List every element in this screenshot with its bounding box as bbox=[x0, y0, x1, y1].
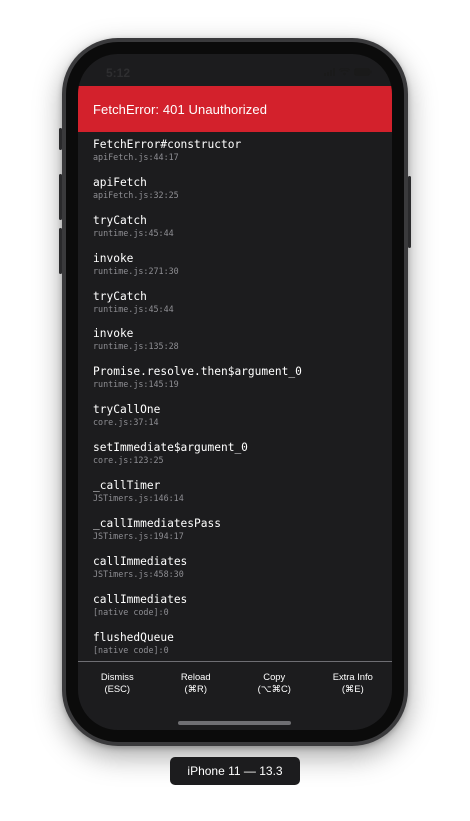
error-header: FetchError: 401 Unauthorized bbox=[78, 86, 392, 132]
power-button bbox=[408, 176, 411, 248]
frame-method: Promise.resolve.then$argument_0 bbox=[93, 365, 302, 379]
frame-file: runtime.js:271:30 bbox=[93, 265, 179, 276]
stack-frame[interactable]: invoke runtime.js:135:28 bbox=[78, 327, 392, 365]
stack-frame[interactable]: callImmediates [native code]:0 bbox=[78, 593, 392, 631]
copy-shortcut: (⌥⌘C) bbox=[257, 682, 291, 694]
status-bar: 5:12 bbox=[78, 54, 392, 90]
reload-shortcut: (⌘R) bbox=[184, 682, 207, 694]
mute-switch bbox=[59, 128, 62, 150]
stack-frame[interactable]: setImmediate$argument_0 core.js:123:25 bbox=[78, 441, 392, 479]
copy-button[interactable]: Copy (⌥⌘C) bbox=[235, 671, 314, 703]
frame-file: core.js:37:14 bbox=[93, 417, 159, 428]
frame-method: tryCatch bbox=[93, 289, 147, 303]
frame-file: apiFetch.js:32:25 bbox=[93, 189, 179, 200]
frame-file: apiFetch.js:44:17 bbox=[93, 152, 179, 162]
home-indicator[interactable] bbox=[178, 721, 291, 725]
error-title: FetchError: 401 Unauthorized bbox=[93, 101, 268, 117]
iphone-frame: 5:12 FetchError: 401 Unauthorized FetchE… bbox=[59, 38, 411, 746]
dismiss-shortcut: (ESC) bbox=[104, 682, 131, 694]
stack-frame[interactable]: callImmediates JSTimers.js:458:30 bbox=[78, 555, 392, 593]
frame-method: tryCallOne bbox=[93, 403, 161, 417]
frame-file: JSTimers.js:194:17 bbox=[93, 530, 184, 541]
extra-info-label: Extra Info bbox=[332, 671, 373, 682]
frame-method: flushedQueue bbox=[93, 630, 174, 644]
stack-frame[interactable]: flushedQueue [native code]:0 bbox=[78, 631, 392, 660]
footer-divider bbox=[78, 661, 392, 662]
extra-info-shortcut: (⌘E) bbox=[341, 682, 364, 694]
frame-file: runtime.js:45:44 bbox=[93, 227, 174, 238]
frame-file: runtime.js:45:44 bbox=[93, 303, 174, 314]
frame-file: [native code]:0 bbox=[93, 606, 169, 617]
frame-method: _callTimer bbox=[93, 479, 161, 493]
frame-file: [native code]:0 bbox=[93, 644, 169, 655]
status-icons bbox=[324, 68, 372, 76]
stack-frame[interactable]: tryCallOne core.js:37:14 bbox=[78, 403, 392, 441]
stack-frame[interactable]: apiFetch apiFetch.js:32:25 bbox=[78, 176, 392, 214]
stack-frame[interactable]: _callTimer JSTimers.js:146:14 bbox=[78, 479, 392, 517]
dismiss-label: Dismiss bbox=[100, 671, 134, 682]
frame-method: FetchError#constructor bbox=[93, 138, 242, 151]
reload-label: Reload bbox=[180, 671, 211, 682]
copy-label: Copy bbox=[263, 671, 286, 682]
dismiss-button[interactable]: Dismiss (ESC) bbox=[78, 671, 157, 703]
stack-frame[interactable]: tryCatch runtime.js:45:44 bbox=[78, 214, 392, 252]
volume-up-button bbox=[59, 174, 62, 220]
stack-frame[interactable]: invoke runtime.js:271:30 bbox=[78, 252, 392, 290]
status-time: 5:12 bbox=[106, 66, 131, 80]
stack-frame[interactable]: FetchError#constructor apiFetch.js:44:17 bbox=[78, 138, 392, 176]
device-screen: 5:12 FetchError: 401 Unauthorized FetchE… bbox=[78, 54, 392, 730]
frame-file: runtime.js:135:28 bbox=[93, 341, 179, 352]
frame-method: invoke bbox=[93, 251, 134, 265]
reload-button[interactable]: Reload (⌘R) bbox=[157, 671, 236, 703]
frame-file: core.js:123:25 bbox=[93, 455, 164, 466]
battery-icon bbox=[354, 68, 372, 76]
frame-method: callImmediates bbox=[93, 554, 188, 568]
frame-method: apiFetch bbox=[93, 175, 147, 189]
extra-info-button[interactable]: Extra Info (⌘E) bbox=[314, 671, 393, 703]
frame-file: JSTimers.js:146:14 bbox=[93, 493, 184, 504]
frame-method: setImmediate$argument_0 bbox=[93, 441, 248, 455]
stack-frame[interactable]: tryCatch runtime.js:45:44 bbox=[78, 290, 392, 328]
stack-frame[interactable]: Promise.resolve.then$argument_0 runtime.… bbox=[78, 365, 392, 403]
frame-method: _callImmediatesPass bbox=[93, 516, 221, 530]
stack-trace-list[interactable]: FetchError#constructor apiFetch.js:44:17… bbox=[78, 138, 392, 660]
wifi-icon bbox=[339, 68, 350, 76]
volume-down-button bbox=[59, 228, 62, 274]
frame-file: JSTimers.js:458:30 bbox=[93, 568, 184, 579]
frame-method: callImmediates bbox=[93, 592, 188, 606]
frame-method: invoke bbox=[93, 327, 134, 341]
simulator-stage: 5:12 FetchError: 401 Unauthorized FetchE… bbox=[0, 0, 470, 821]
device-label: iPhone 11 — 13.3 bbox=[170, 757, 300, 785]
frame-method: tryCatch bbox=[93, 213, 147, 227]
frame-file: runtime.js:145:19 bbox=[93, 379, 179, 390]
redbox-footer: Dismiss (ESC) Reload (⌘R) Copy (⌥⌘C) Ext… bbox=[78, 671, 392, 703]
cellular-signal-icon bbox=[324, 68, 335, 76]
stack-frame[interactable]: _callImmediatesPass JSTimers.js:194:17 bbox=[78, 517, 392, 555]
